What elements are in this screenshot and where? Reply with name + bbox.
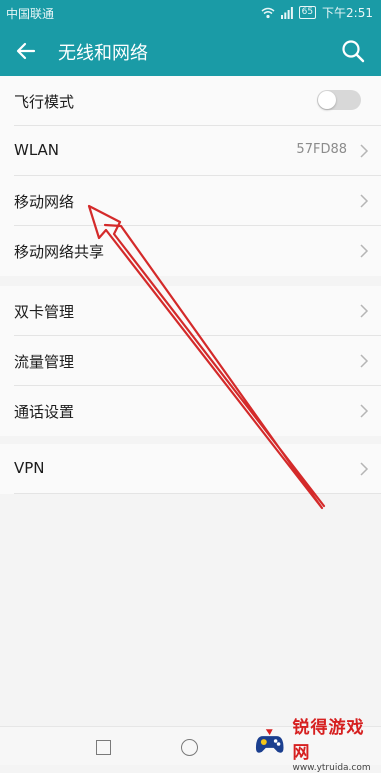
- signal-icon: [280, 6, 293, 19]
- search-icon[interactable]: [339, 37, 367, 65]
- mobile-network-label: 移动网络: [14, 193, 75, 211]
- wlan-row[interactable]: WLAN 57FD88: [0, 126, 381, 176]
- vpn-row[interactable]: VPN: [0, 444, 381, 494]
- wlan-value: 57FD88: [296, 142, 347, 157]
- chevron-right-icon: [360, 144, 369, 158]
- page-title: 无线和网络: [58, 43, 148, 64]
- airplane-mode-label: 飞行模式: [14, 93, 75, 111]
- airplane-mode-row[interactable]: 飞行模式: [0, 76, 381, 126]
- watermark: 锐得游戏网 www.ytruida.com: [253, 718, 381, 773]
- settings-group-network: 飞行模式 WLAN 57FD88 移动网络 移动网络共享: [0, 76, 381, 276]
- dual-sim-row[interactable]: 双卡管理: [0, 286, 381, 336]
- call-settings-row[interactable]: 通话设置: [0, 386, 381, 436]
- data-usage-row[interactable]: 流量管理: [0, 336, 381, 386]
- divider: [14, 493, 381, 494]
- chevron-right-icon: [360, 404, 369, 418]
- carrier-name: 中国联通: [6, 7, 55, 21]
- chevron-right-icon: [360, 304, 369, 318]
- dual-sim-label: 双卡管理: [14, 303, 75, 321]
- settings-group-sim: 双卡管理 流量管理 通话设置: [0, 286, 381, 436]
- clock: 下午2:51: [322, 6, 373, 20]
- status-icons: 65 下午2:51: [261, 4, 373, 21]
- vpn-label: VPN: [14, 459, 45, 477]
- airplane-mode-toggle[interactable]: [317, 90, 361, 110]
- data-usage-label: 流量管理: [14, 353, 75, 371]
- wifi-icon: [261, 7, 275, 18]
- settings-group-vpn: VPN: [0, 444, 381, 494]
- wlan-label: WLAN: [14, 141, 60, 159]
- watermark-text: 锐得游戏网 www.ytruida.com: [292, 713, 381, 773]
- chevron-right-icon: [360, 354, 369, 368]
- app-bar: 无线和网络: [0, 24, 381, 78]
- chevron-right-icon: [360, 244, 369, 258]
- home-button[interactable]: [181, 739, 198, 756]
- back-arrow-icon[interactable]: [12, 37, 40, 65]
- chevron-right-icon: [360, 194, 369, 208]
- watermark-brand: 锐得游戏网: [292, 718, 365, 763]
- gamepad-logo-icon: [255, 729, 284, 753]
- call-settings-label: 通话设置: [14, 403, 75, 421]
- mobile-hotspot-row[interactable]: 移动网络共享: [0, 226, 381, 276]
- mobile-network-row[interactable]: 移动网络: [0, 176, 381, 226]
- recent-apps-button[interactable]: [96, 740, 111, 755]
- toggle-knob: [318, 91, 336, 109]
- battery-icon: 65: [298, 6, 317, 19]
- status-bar: 中国联通 65 下午2:51: [0, 0, 381, 24]
- watermark-url: www.ytruida.com: [292, 763, 371, 773]
- mobile-hotspot-label: 移动网络共享: [14, 243, 105, 261]
- chevron-right-icon: [360, 462, 369, 476]
